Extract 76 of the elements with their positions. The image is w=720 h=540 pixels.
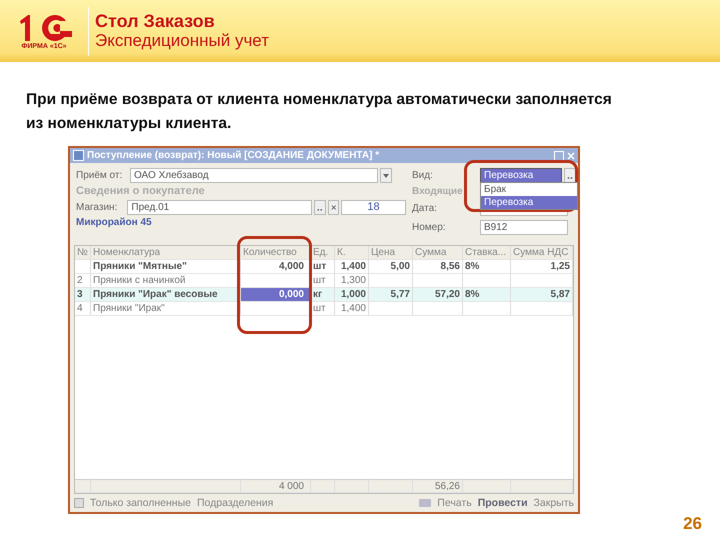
column-header[interactable]: Ставка... [463, 246, 511, 260]
table-cell: 1,25 [511, 260, 573, 274]
description-text: При приёме возврата от клиента номенклатура автоматически заполняется из номенклатуры клиента. [26, 90, 613, 134]
table-cell: 1,000 [335, 288, 369, 302]
field-label: Магазин: [76, 202, 118, 212]
dropdown-option[interactable]: Брак [481, 182, 577, 196]
maximize-icon[interactable] [554, 150, 564, 160]
district-text: Микрорайон 45 [76, 217, 153, 228]
select-button[interactable] [314, 200, 326, 214]
column-header[interactable]: Сумма [413, 246, 463, 260]
table-cell [463, 302, 511, 316]
slide-title: Стол Заказов [95, 11, 216, 31]
window-title: Поступление (возврат): Новый [СОЗДАНИЕ ДОКУМЕНТА] * [87, 150, 380, 161]
table-cell [511, 302, 573, 316]
slide-subtitle: Экспедиционный учет [95, 31, 269, 51]
column-header[interactable]: К. [335, 246, 369, 260]
dropdown-button[interactable] [380, 168, 392, 182]
table-cell: шт [311, 260, 335, 274]
clear-button[interactable] [328, 200, 340, 214]
table-cell: 4,000 [241, 260, 311, 274]
total-cell [463, 479, 511, 493]
field-label: Номер: [412, 222, 447, 232]
table-cell [413, 302, 463, 316]
dropdown-button[interactable] [564, 168, 576, 182]
total-cell [335, 479, 369, 493]
table-cell: кг [311, 288, 335, 302]
table-cell: 3 [75, 288, 91, 302]
column-header[interactable]: № [75, 246, 91, 260]
field-label: Дата: [412, 202, 438, 214]
table-cell: Пряники "Мятные" [91, 260, 241, 274]
table-cell: 1,400 [335, 302, 369, 316]
table-cell: 0,000 [241, 288, 311, 302]
table-cell: 8,56 [413, 260, 463, 274]
column-header[interactable]: Сумма НДС [511, 246, 573, 260]
table-cell: 5,00 [369, 260, 413, 274]
table-cell: 57,20 [413, 288, 463, 302]
customer-field[interactable]: ОАО Хлебзавод [130, 168, 378, 182]
table-cell [369, 302, 413, 316]
table-cell: 5,87 [511, 288, 573, 302]
field-label: Приём от: [76, 170, 124, 180]
table-cell: 8% [463, 288, 511, 302]
toolbar-button[interactable]: Печать [437, 497, 472, 509]
total-cell: 56,26 [413, 479, 463, 493]
column-header[interactable]: Цена [369, 246, 413, 260]
column-header[interactable]: Ед. [311, 246, 335, 260]
table-cell [75, 260, 91, 274]
toolbar-button[interactable]: Закрыть [534, 497, 574, 509]
number-field[interactable]: 18 [341, 200, 406, 214]
table-cell: 4 [75, 302, 91, 316]
page-number: 26 [683, 514, 702, 534]
table-cell: 8% [463, 260, 511, 274]
dropdown-option[interactable]: Перевозка [481, 196, 577, 208]
total-cell: 4 000 [241, 479, 311, 493]
table-cell: 5,77 [369, 288, 413, 302]
table-cell: 1,400 [335, 260, 369, 274]
kind-field[interactable]: Перевозка [480, 168, 562, 182]
checkbox-icon[interactable] [74, 498, 84, 508]
total-cell [511, 479, 573, 493]
total-cell [311, 479, 335, 493]
total-cell [75, 479, 91, 493]
shop-field[interactable]: Пред.01 [127, 200, 312, 214]
table-cell: шт [311, 302, 335, 316]
column-header[interactable]: Количество [241, 246, 311, 260]
group-title: Входящие [412, 186, 463, 197]
toolbar-button[interactable]: Подразделения [196, 497, 274, 509]
table-cell: Пряники "Ирак" [91, 302, 241, 316]
group-title: Сведения о покупателе [76, 185, 206, 197]
table-cell: Пряники "Ирак" весовые [91, 288, 241, 302]
field-label: Вид: [412, 170, 434, 180]
printer-icon [419, 499, 432, 507]
input-field[interactable]: В912 [480, 220, 568, 234]
toolbar-button[interactable]: Только заполненные [90, 497, 191, 509]
toolbar-button[interactable]: Провести [478, 497, 528, 509]
document-icon [73, 150, 84, 161]
column-header[interactable]: Номенклатура [91, 246, 241, 260]
total-cell [369, 479, 413, 493]
